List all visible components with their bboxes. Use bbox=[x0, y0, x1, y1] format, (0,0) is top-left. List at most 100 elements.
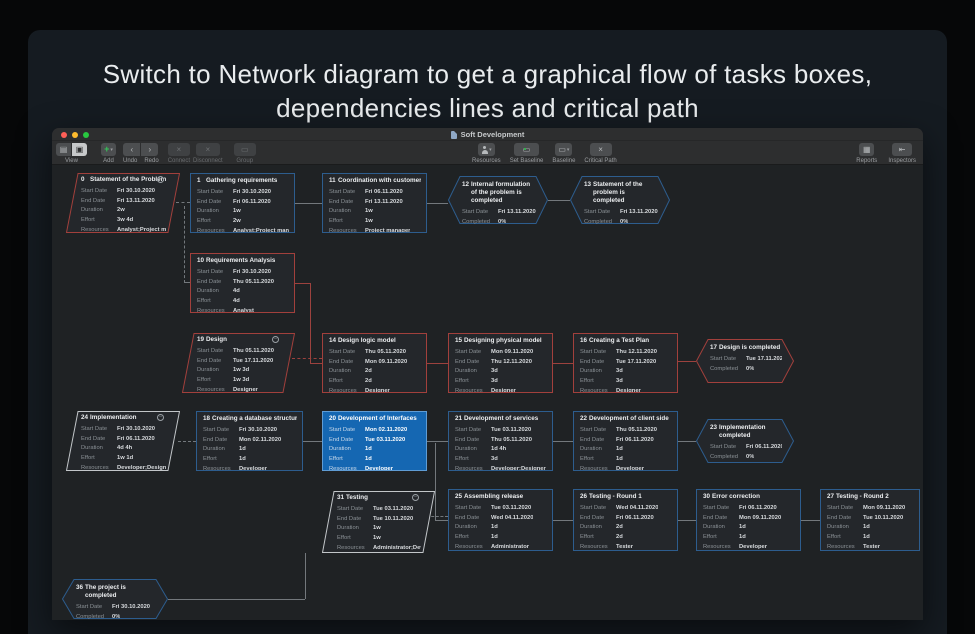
task-node-30[interactable]: 30Error correctionStart DateFri 06.11.20… bbox=[696, 489, 801, 551]
task-number: 11 bbox=[329, 177, 338, 185]
task-number: 24 bbox=[81, 414, 90, 422]
field-label: Duration bbox=[203, 446, 239, 452]
task-node-23[interactable]: 23Implementation completedStart DateFri … bbox=[696, 419, 794, 463]
field-label: Resources bbox=[329, 466, 365, 470]
task-node-10[interactable]: 10Requirements AnalysisStart DateFri 30.… bbox=[190, 253, 295, 313]
toolbar-item-resources: ▾ Resources bbox=[472, 143, 501, 164]
task-content: 17Design is completedStart DateTue 17.11… bbox=[696, 339, 794, 383]
task-field-row: End DateFri 06.11.2020 bbox=[580, 435, 672, 445]
inspectors-button[interactable]: ⇤ bbox=[892, 143, 912, 156]
field-value: Fri 13.11.2020 bbox=[117, 198, 155, 204]
task-node-36[interactable]: 36The project is completedStart DateFri … bbox=[62, 579, 168, 619]
task-content: 15Designing physical modelStart DateMon … bbox=[449, 334, 552, 392]
window-titlebar[interactable]: Soft Development bbox=[52, 128, 923, 141]
task-node-11[interactable]: 11Coordination with customerStart DateFr… bbox=[322, 173, 427, 233]
plus-icon: + bbox=[104, 145, 109, 154]
collapse-icon[interactable]: − bbox=[157, 176, 164, 183]
task-node-25[interactable]: 25Assembling releaseStart DateTue 03.11.… bbox=[448, 489, 553, 551]
task-content: 21Development of servicesStart DateTue 0… bbox=[449, 412, 552, 470]
task-field-row: Start DateFri 30.10.2020 bbox=[197, 268, 289, 278]
task-node-15[interactable]: 15Designing physical modelStart DateMon … bbox=[448, 333, 553, 393]
disconnect-icon-button[interactable]: × bbox=[196, 143, 220, 156]
set-baseline-label: Set Baseline bbox=[510, 158, 544, 164]
document-icon bbox=[451, 131, 457, 139]
field-value: Fri 06.11.2020 bbox=[746, 444, 782, 450]
field-value: Fri 06.11.2020 bbox=[616, 437, 654, 443]
task-field-row: ResourcesAdministrator bbox=[455, 542, 547, 550]
field-value: Developer;Designer bbox=[491, 466, 546, 470]
task-content: 19Design−Start DateThu 05.11.2020End Dat… bbox=[182, 333, 295, 393]
task-node-21[interactable]: 21Development of servicesStart DateTue 0… bbox=[448, 411, 553, 471]
field-label: Effort bbox=[203, 456, 239, 462]
field-value: Fri 30.10.2020 bbox=[117, 188, 155, 194]
view-gantt-button[interactable]: ▤ bbox=[56, 143, 71, 156]
group-button[interactable]: ▭ bbox=[234, 143, 256, 156]
task-field-row: End DateTue 10.11.2020 bbox=[827, 513, 914, 523]
task-node-19[interactable]: 19Design−Start DateThu 05.11.2020End Dat… bbox=[182, 333, 295, 393]
task-field-row: Duration1d bbox=[455, 523, 547, 533]
task-field-row: End DateTue 17.11.2020 bbox=[580, 357, 672, 367]
connect-button[interactable]: × bbox=[168, 143, 190, 156]
task-name: Design logic model bbox=[338, 337, 396, 345]
set-baseline-button[interactable]: ▭ bbox=[514, 143, 539, 156]
field-label: Start Date bbox=[580, 427, 616, 433]
redo-button[interactable]: › bbox=[141, 143, 158, 156]
field-label: End Date bbox=[580, 515, 616, 521]
task-node-13[interactable]: 13Statement of the problem is completedS… bbox=[570, 176, 670, 224]
task-field-row: Start DateTue 03.11.2020 bbox=[455, 504, 547, 514]
field-label: Effort bbox=[455, 534, 491, 540]
field-value: Developer bbox=[365, 466, 393, 470]
network-diagram-canvas[interactable]: 0Statement of the Problem−Start DateFri … bbox=[52, 166, 923, 620]
task-number: 10 bbox=[197, 257, 206, 265]
person-icon bbox=[481, 146, 488, 154]
field-label: Start Date bbox=[580, 505, 616, 511]
reports-button[interactable]: ▦ bbox=[859, 143, 874, 156]
collapse-icon[interactable]: − bbox=[272, 336, 279, 343]
field-label: Resources bbox=[81, 465, 117, 471]
task-field-row: End DateMon 02.11.2020 bbox=[203, 435, 297, 445]
baseline-button[interactable]: ▭▾ bbox=[555, 143, 572, 156]
resources-button[interactable]: ▾ bbox=[478, 143, 495, 156]
task-node-17[interactable]: 17Design is completedStart DateTue 17.11… bbox=[696, 339, 794, 383]
undo-button[interactable]: ‹ bbox=[123, 143, 140, 156]
task-node-20[interactable]: 20Development of InterfacesStart DateMon… bbox=[322, 411, 427, 471]
task-node-31[interactable]: 31Testing−Start DateTue 03.11.2020End Da… bbox=[322, 491, 435, 553]
task-node-26[interactable]: 26Testing - Round 1Start DateWed 04.11.2… bbox=[573, 489, 678, 551]
task-node-22[interactable]: 22Development of client sideStart DateTh… bbox=[573, 411, 678, 471]
task-node-0[interactable]: 0Statement of the Problem−Start DateFri … bbox=[66, 173, 180, 233]
task-field-row: Effort2d bbox=[329, 376, 421, 386]
task-node-12[interactable]: 12Internal formulation of the problem is… bbox=[448, 176, 548, 224]
task-node-24[interactable]: 24Implementation−Start DateFri 30.10.202… bbox=[66, 411, 180, 471]
task-node-1[interactable]: 1Gathering requirementsStart DateFri 30.… bbox=[190, 173, 295, 233]
task-field-row: Start DateFri 30.10.2020 bbox=[203, 426, 297, 436]
collapse-icon[interactable]: − bbox=[412, 494, 419, 501]
task-node-27[interactable]: 27Testing - Round 2Start DateMon 09.11.2… bbox=[820, 489, 920, 551]
dependency-line bbox=[553, 520, 573, 521]
task-title: 15Designing physical model bbox=[455, 337, 547, 345]
task-node-18[interactable]: 18Creating a database structureStart Dat… bbox=[196, 411, 303, 471]
field-label: Resources bbox=[703, 544, 739, 550]
dependency-line bbox=[310, 363, 322, 364]
field-label: Effort bbox=[329, 218, 365, 224]
task-field-row: ResourcesAnalyst;Project manager bbox=[197, 226, 289, 232]
task-number: 25 bbox=[455, 493, 464, 501]
toolbar-left-group: ▤ ▣ View +▾ Add ‹ › bbox=[56, 143, 256, 164]
field-label: Resources bbox=[197, 228, 233, 232]
task-name: Creating a database structure bbox=[212, 415, 297, 423]
field-value: Developer bbox=[739, 544, 767, 550]
task-number: 0 bbox=[81, 176, 90, 184]
view-network-button[interactable]: ▣ bbox=[72, 143, 87, 156]
task-field-row: Start DateThu 05.11.2020 bbox=[197, 347, 281, 357]
field-value: Mon 09.11.2020 bbox=[739, 515, 781, 521]
critical-path-button[interactable]: × bbox=[590, 143, 612, 156]
group-icon: ▭ bbox=[241, 146, 249, 154]
background-panel: Switch to Network diagram to get a graph… bbox=[28, 30, 947, 634]
task-name: Internal formulation of the problem is c… bbox=[471, 181, 536, 205]
field-value: 0% bbox=[498, 219, 506, 224]
field-value: Administrator;Developer… bbox=[373, 545, 421, 551]
task-node-14[interactable]: 14Design logic modelStart DateThu 05.11.… bbox=[322, 333, 427, 393]
collapse-icon[interactable]: − bbox=[157, 414, 164, 421]
dependency-line bbox=[678, 361, 696, 362]
add-button[interactable]: +▾ bbox=[101, 143, 116, 156]
task-node-16[interactable]: 16Creating a Test PlanStart DateThu 12.1… bbox=[573, 333, 678, 393]
